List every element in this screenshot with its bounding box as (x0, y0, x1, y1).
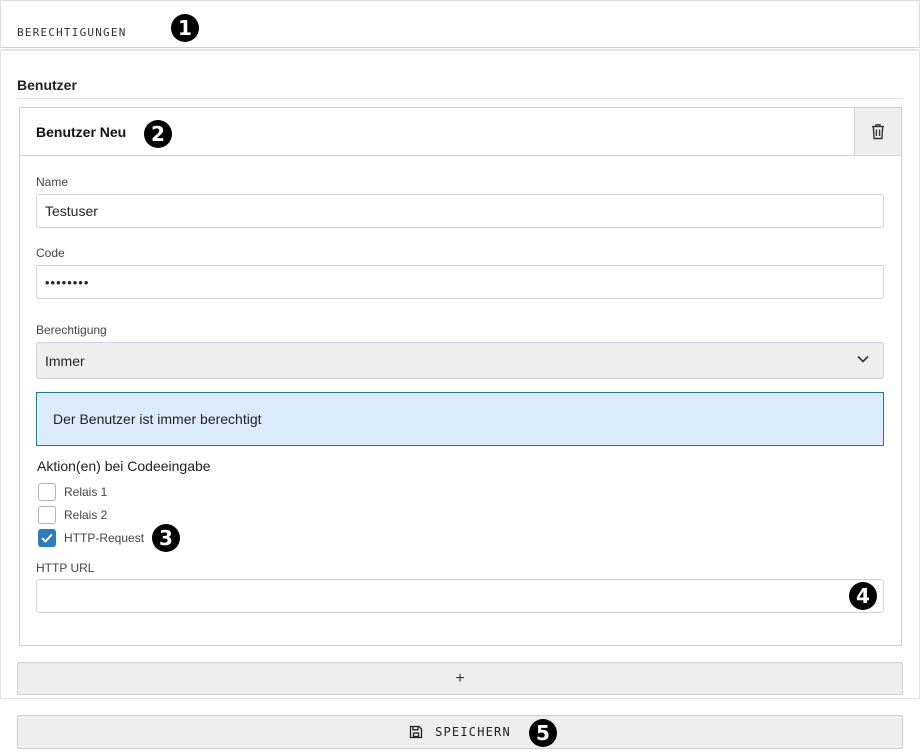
permission-select[interactable]: Immer (36, 342, 884, 379)
add-user-button[interactable]: + (17, 662, 903, 695)
check-icon (41, 533, 53, 543)
permission-info-box: Der Benutzer ist immer berechtigt (36, 392, 884, 446)
delete-user-button[interactable] (854, 108, 901, 155)
checkbox-box[interactable] (38, 506, 56, 524)
save-button-label: SPEICHERN (435, 725, 511, 739)
name-input-value: Testuser (45, 203, 98, 219)
actions-title: Aktion(en) bei Codeeingabe (37, 458, 211, 474)
chevron-down-icon (857, 355, 869, 363)
user-card-title: Benutzer Neu (36, 124, 127, 140)
checkbox-relais-2[interactable]: Relais 2 (38, 506, 107, 524)
code-input[interactable]: •••••••• (36, 265, 884, 299)
user-card: Benutzer Neu Name Testuser Code ••••••••… (19, 107, 902, 646)
permissions-page: BERECHTIGUNGEN 1 Benutzer Benutzer Neu N… (0, 0, 920, 756)
callout-badge-2: 2 (144, 120, 172, 148)
checkbox-box[interactable] (38, 529, 56, 547)
section-header[interactable]: BERECHTIGUNGEN (0, 0, 920, 51)
checkbox-label: Relais 1 (64, 485, 108, 499)
checkbox-relais-1[interactable]: Relais 1 (38, 483, 107, 501)
trash-icon (872, 124, 884, 140)
name-label: Name (36, 175, 69, 189)
code-input-value: •••••••• (45, 274, 90, 290)
permission-select-value: Immer (45, 352, 85, 369)
checkbox-box[interactable] (38, 483, 56, 501)
callout-badge-4: 4 (849, 582, 877, 610)
permission-info-text: Der Benutzer ist immer berechtigt (53, 411, 262, 427)
checkbox-label: HTTP-Request (64, 531, 145, 545)
callout-badge-1: 1 (171, 14, 199, 42)
footer-divider (0, 698, 920, 699)
name-input[interactable]: Testuser (36, 194, 884, 228)
http-url-label: HTTP URL (36, 561, 95, 575)
checkbox-http-request[interactable]: HTTP-Request (38, 529, 144, 547)
callout-badge-3: 3 (152, 524, 180, 552)
http-url-input[interactable] (36, 579, 884, 613)
section-divider (17, 98, 903, 99)
checkbox-label: Relais 2 (64, 508, 108, 522)
header-title: BERECHTIGUNGEN (17, 26, 127, 39)
save-button[interactable]: SPEICHERN (17, 715, 903, 749)
floppy-disk-icon (409, 725, 423, 739)
code-label: Code (36, 246, 65, 260)
callout-badge-5: 5 (529, 719, 557, 747)
users-section-title: Benutzer (17, 77, 77, 93)
permission-label: Berechtigung (36, 323, 107, 337)
plus-icon: + (455, 669, 465, 687)
